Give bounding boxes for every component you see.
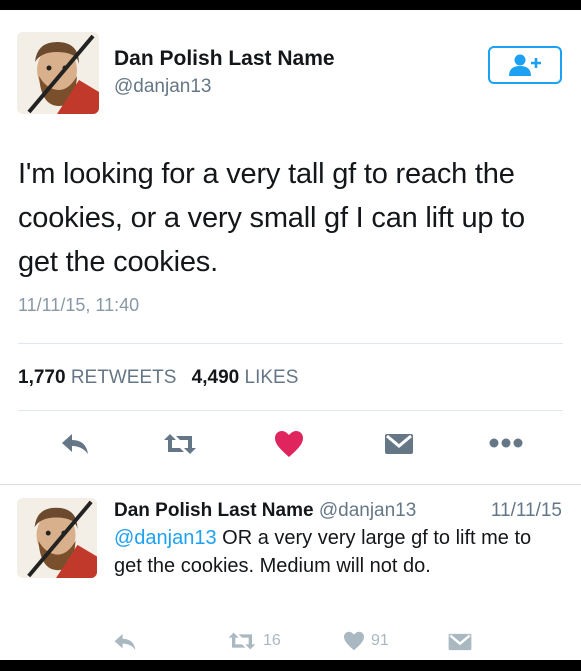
direct-message-button[interactable] <box>383 432 415 456</box>
reply-message-button[interactable] <box>447 632 473 652</box>
reply-like-button[interactable]: 91 <box>343 631 389 651</box>
divider <box>18 410 563 411</box>
reply-text: @danjan13 OR a very very large gf to lif… <box>114 524 559 580</box>
screenshot-frame: Dan Polish Last Name @danjan13 I'm looki… <box>0 10 581 660</box>
retweet-icon <box>228 632 256 650</box>
heart-icon <box>344 631 364 651</box>
follow-button[interactable] <box>488 46 562 84</box>
reply-button[interactable] <box>60 432 90 456</box>
avatar-image <box>17 498 97 578</box>
reply-avatar[interactable] <box>17 498 97 578</box>
reply-reply-button[interactable] <box>113 632 137 652</box>
like-label[interactable]: LIKES <box>245 367 299 388</box>
reply-icon <box>114 634 136 650</box>
retweet-icon <box>164 434 196 454</box>
heart-icon <box>275 431 303 457</box>
tweet-text: I'm looking for a very tall gf to reach … <box>18 158 525 278</box>
direct-message-icon <box>385 434 413 454</box>
more-button[interactable] <box>489 436 523 450</box>
add-user-icon <box>509 54 541 76</box>
divider <box>18 343 563 344</box>
reply-actions: 16 91 <box>0 628 581 658</box>
reply-like-count: 91 <box>371 632 389 649</box>
author-handle[interactable]: @danjan13 <box>114 76 211 98</box>
retweet-label[interactable]: RETWEETS <box>71 367 177 388</box>
like-count[interactable]: 4,490 <box>192 367 240 388</box>
reply-mention[interactable]: @danjan13 <box>114 527 217 549</box>
reply-author-handle[interactable]: @danjan13 <box>319 500 416 521</box>
retweet-count[interactable]: 1,770 <box>18 367 66 388</box>
author-name[interactable]: Dan Polish Last Name <box>114 47 335 71</box>
avatar-image <box>17 32 99 114</box>
reply-icon <box>62 434 88 454</box>
divider <box>0 484 581 485</box>
more-icon <box>489 438 523 448</box>
tweet-stats: 1,770 RETWEETS 4,490 LIKES <box>18 367 298 389</box>
reply-date[interactable]: 11/11/15 <box>491 500 562 522</box>
reply-retweet-button[interactable]: 16 <box>227 631 281 651</box>
avatar[interactable] <box>17 32 99 114</box>
reply-retweet-count: 16 <box>263 632 281 649</box>
tweet-actions <box>0 424 581 470</box>
direct-message-icon <box>448 633 472 651</box>
like-button[interactable] <box>274 430 304 458</box>
tweet-timestamp[interactable]: 11/11/15, 11:40 <box>18 295 139 316</box>
retweet-button[interactable] <box>162 432 198 456</box>
reply-author-name[interactable]: Dan Polish Last Name <box>114 500 314 521</box>
